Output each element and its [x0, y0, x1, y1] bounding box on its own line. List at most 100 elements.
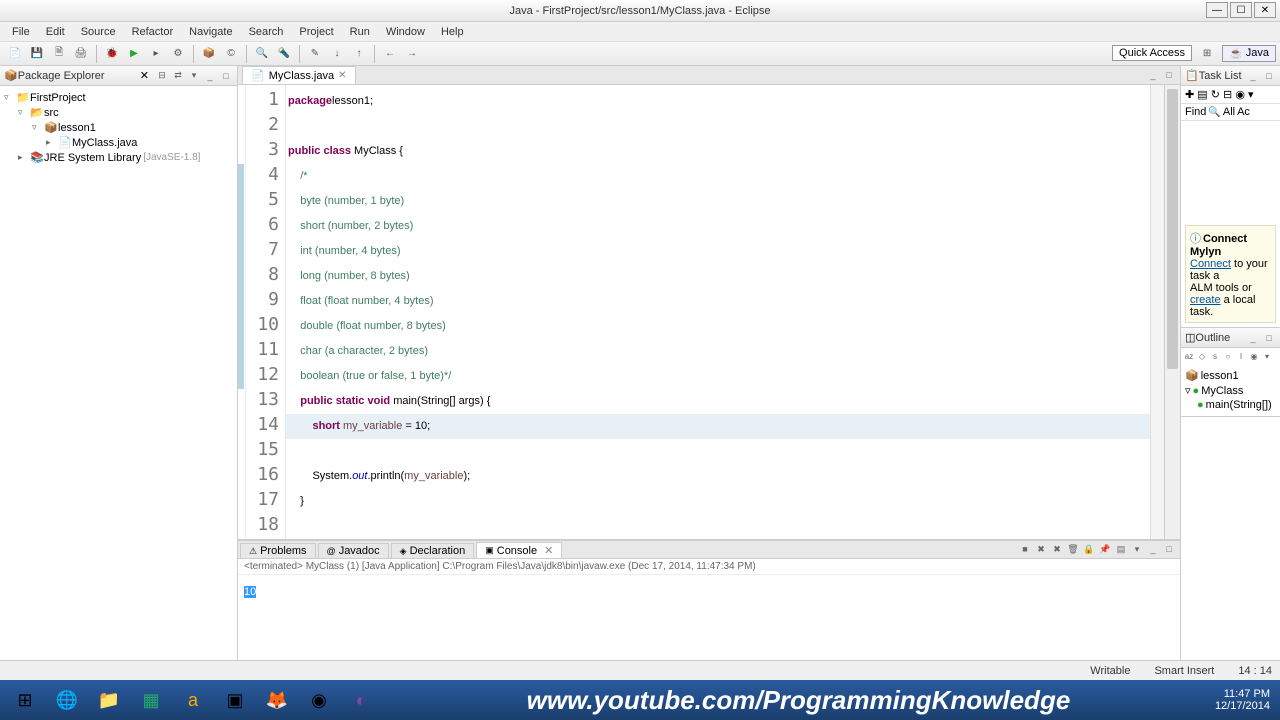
focus-icon[interactable]: ◉ — [1235, 89, 1245, 101]
app-icon[interactable]: ▣ — [216, 684, 254, 716]
menu-window[interactable]: Window — [378, 24, 433, 40]
editor-tab-myclass[interactable]: 📄 MyClass.java ✕ — [242, 66, 356, 84]
code-editor[interactable]: 123456789101112131415161718 packagelesso… — [238, 85, 1180, 539]
pin-console-icon[interactable]: 📌 — [1098, 542, 1112, 556]
task-menu-icon[interactable]: ▾ — [1248, 89, 1254, 101]
create-link[interactable]: create — [1190, 294, 1221, 306]
ie-icon[interactable]: 🌐 — [48, 684, 86, 716]
tree-src[interactable]: ▿📂src — [4, 105, 233, 120]
terminate-icon[interactable]: ■ — [1018, 542, 1032, 556]
hide-nonpublic-icon[interactable]: ○ — [1222, 350, 1234, 362]
next-annotation-icon[interactable]: ↓ — [328, 45, 346, 63]
chrome-icon[interactable]: ◉ — [300, 684, 338, 716]
link-editor-icon[interactable]: ⇄ — [171, 69, 185, 83]
minimize-button[interactable]: — — [1206, 2, 1228, 18]
remove-launch-icon[interactable]: ✖ — [1034, 542, 1048, 556]
outline-class[interactable]: ▿●MyClass — [1185, 383, 1276, 398]
tree-package[interactable]: ▿📦lesson1 — [4, 120, 233, 135]
display-console-icon[interactable]: ▤ — [1114, 542, 1128, 556]
outline-min-icon[interactable]: _ — [1246, 331, 1260, 345]
external-tools-icon[interactable]: ⚙ — [169, 45, 187, 63]
view-close-icon[interactable]: ✕ — [140, 69, 149, 82]
search-icon[interactable]: 🔦 — [275, 45, 293, 63]
tab-declaration[interactable]: ◈Declaration — [391, 543, 475, 558]
task-max-icon[interactable]: □ — [1262, 69, 1276, 83]
excel-icon[interactable]: ▦ — [132, 684, 170, 716]
tree-project[interactable]: ▿📁FirstProject — [4, 90, 233, 105]
outline-menu-icon[interactable]: ▾ — [1261, 350, 1273, 362]
hide-static-icon[interactable]: s — [1209, 350, 1221, 362]
menu-project[interactable]: Project — [291, 24, 341, 40]
console-min-icon[interactable]: _ — [1146, 542, 1160, 556]
menu-navigate[interactable]: Navigate — [181, 24, 240, 40]
open-type-icon[interactable]: 🔍 — [253, 45, 271, 63]
menu-run[interactable]: Run — [342, 24, 378, 40]
amazon-icon[interactable]: a — [174, 684, 212, 716]
outline-max-icon[interactable]: □ — [1262, 331, 1276, 345]
run-last-icon[interactable]: ▸ — [147, 45, 165, 63]
search-icon[interactable]: 🔍 — [1208, 107, 1220, 118]
print-icon[interactable]: 🖨 — [72, 45, 90, 63]
console-output[interactable]: 10 — [238, 575, 1180, 675]
firefox-icon[interactable]: 🦊 — [258, 684, 296, 716]
menu-search[interactable]: Search — [241, 24, 292, 40]
maximize-view-icon[interactable]: □ — [219, 69, 233, 83]
remove-all-icon[interactable]: ✖ — [1050, 542, 1064, 556]
quick-access-field[interactable]: Quick Access — [1112, 45, 1192, 61]
close-button[interactable]: ✕ — [1254, 2, 1276, 18]
editor-minimize-icon[interactable]: _ — [1146, 68, 1160, 82]
menu-refactor[interactable]: Refactor — [124, 24, 182, 40]
maximize-button[interactable]: ☐ — [1230, 2, 1252, 18]
outline-package[interactable]: 📦lesson1 — [1185, 368, 1276, 383]
connect-link[interactable]: Connect — [1190, 258, 1231, 270]
sync-icon[interactable]: ↻ — [1211, 89, 1220, 101]
console-tab-close-icon[interactable]: ✕ — [544, 544, 553, 557]
collapse-icon[interactable]: ⊟ — [1223, 89, 1232, 101]
open-perspective-icon[interactable]: ⊞ — [1198, 44, 1216, 62]
categorize-icon[interactable]: ▤ — [1197, 89, 1207, 101]
outline-method[interactable]: ●main(String[]) — [1185, 398, 1276, 412]
new-task-icon[interactable]: ✚ — [1185, 89, 1194, 101]
all-filter[interactable]: All — [1223, 106, 1235, 118]
collapse-all-icon[interactable]: ⊟ — [155, 69, 169, 83]
hide-fields-icon[interactable]: ◇ — [1196, 350, 1208, 362]
focus-active-icon[interactable]: ◉ — [1248, 350, 1260, 362]
scroll-lock-icon[interactable]: 🔒 — [1082, 542, 1096, 556]
menu-edit[interactable]: Edit — [38, 24, 73, 40]
menu-help[interactable]: Help — [433, 24, 472, 40]
new-class-icon[interactable]: © — [222, 45, 240, 63]
tab-javadoc[interactable]: @Javadoc — [318, 543, 389, 558]
new-icon[interactable]: 📄 — [6, 45, 24, 63]
system-tray[interactable]: 11:47 PM 12/17/2014 — [1215, 688, 1276, 712]
tab-close-icon[interactable]: ✕ — [338, 70, 346, 81]
back-icon[interactable]: ← — [381, 45, 399, 63]
editor-maximize-icon[interactable]: □ — [1162, 68, 1176, 82]
tab-problems[interactable]: ⚠Problems — [240, 543, 316, 558]
file-explorer-icon[interactable]: 📁 — [90, 684, 128, 716]
start-button[interactable]: ⊞ — [6, 684, 44, 716]
run-icon[interactable]: ▶ — [125, 45, 143, 63]
vertical-scrollbar[interactable] — [1164, 85, 1180, 539]
new-package-icon[interactable]: 📦 — [200, 45, 218, 63]
tab-console[interactable]: ▣Console✕ — [476, 542, 562, 558]
console-max-icon[interactable]: □ — [1162, 542, 1176, 556]
activate-filter[interactable]: Ac — [1237, 106, 1250, 118]
open-console-icon[interactable]: ▾ — [1130, 542, 1144, 556]
save-all-icon[interactable]: 🗎 — [50, 45, 68, 63]
tree-jre[interactable]: ▸📚JRE System Library[JavaSE-1.8] — [4, 150, 233, 165]
sort-icon[interactable]: az — [1183, 350, 1195, 362]
forward-icon[interactable]: → — [403, 45, 421, 63]
menu-file[interactable]: File — [4, 24, 38, 40]
horizontal-scrollbar[interactable]: ◂ ▸ — [238, 539, 1180, 540]
eclipse-icon[interactable]: ◐ — [342, 684, 380, 716]
prev-annotation-icon[interactable]: ↑ — [350, 45, 368, 63]
java-perspective-button[interactable]: ☕Java — [1222, 45, 1276, 62]
menu-source[interactable]: Source — [73, 24, 124, 40]
minimize-view-icon[interactable]: _ — [203, 69, 217, 83]
tree-file[interactable]: ▸📄MyClass.java — [4, 135, 233, 150]
hide-local-icon[interactable]: l — [1235, 350, 1247, 362]
view-menu-icon[interactable]: ▾ — [187, 69, 201, 83]
debug-icon[interactable]: 🐞 — [103, 45, 121, 63]
save-icon[interactable]: 💾 — [28, 45, 46, 63]
task-min-icon[interactable]: _ — [1246, 69, 1260, 83]
